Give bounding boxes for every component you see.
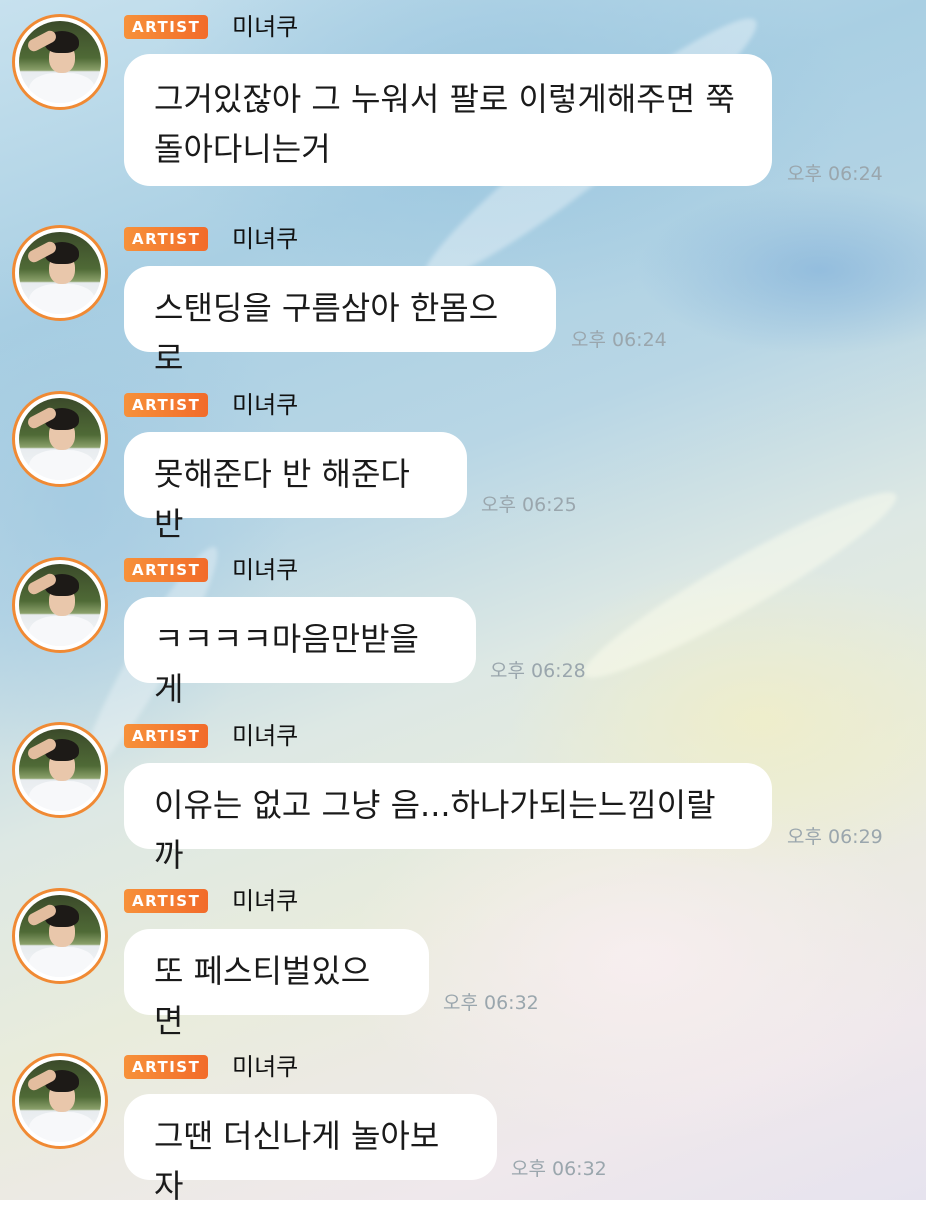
message-bubble[interactable]: 그거있잖아 그 누워서 팔로 이렇게해주면 쭉 돌아다니는거 [124,54,772,186]
message-time: 오후 06:25 [481,494,577,516]
artist-badge: ARTIST [124,1055,209,1079]
message-time: 오후 06:32 [511,1158,607,1180]
sender-name[interactable]: 미녀쿠 [232,13,298,41]
profile-photo [19,564,101,646]
artist-badge: ARTIST [124,558,209,582]
sender-name[interactable]: 미녀쿠 [232,225,298,253]
avatar[interactable] [12,722,108,818]
message-bubble[interactable]: ㅋㅋㅋㅋ마음만받을게 [124,597,476,708]
sender-name[interactable]: 미녀쿠 [232,391,298,419]
profile-photo [19,21,101,103]
message-time: 오후 06:32 [443,992,539,1014]
sender-name[interactable]: 미녀쿠 [232,887,298,915]
message-time: 오후 06:28 [490,660,586,682]
avatar[interactable] [12,14,108,110]
avatar[interactable] [12,1053,108,1149]
message-bubble[interactable]: 또 페스티벌있으면 [124,929,429,1040]
avatar[interactable] [12,225,108,321]
profile-photo [19,232,101,314]
artist-badge: ARTIST [124,889,209,913]
artist-badge: ARTIST [124,227,209,251]
avatar[interactable] [12,391,108,487]
artist-badge: ARTIST [124,15,209,39]
sender-name[interactable]: 미녀쿠 [232,722,298,750]
message-time: 오후 06:24 [571,329,667,351]
profile-photo [19,895,101,977]
message-time: 오후 06:24 [787,163,883,185]
avatar[interactable] [12,557,108,653]
avatar[interactable] [12,888,108,984]
profile-photo [19,1060,101,1142]
sender-name[interactable]: 미녀쿠 [232,556,298,584]
message-bubble[interactable]: 이유는 없고 그냥 음...하나가되는느낌이랄까 [124,763,772,874]
profile-photo [19,398,101,480]
message-bubble[interactable]: 못해준다 반 해준다반 [124,432,467,543]
profile-photo [19,729,101,811]
artist-badge: ARTIST [124,393,209,417]
message-bubble[interactable]: 스탠딩을 구름삼아 한몸으로 [124,266,556,377]
message-bubble[interactable]: 그땐 더신나게 놀아보자 [124,1094,497,1205]
message-time: 오후 06:29 [787,826,883,848]
artist-badge: ARTIST [124,724,209,748]
sender-name[interactable]: 미녀쿠 [232,1053,298,1081]
